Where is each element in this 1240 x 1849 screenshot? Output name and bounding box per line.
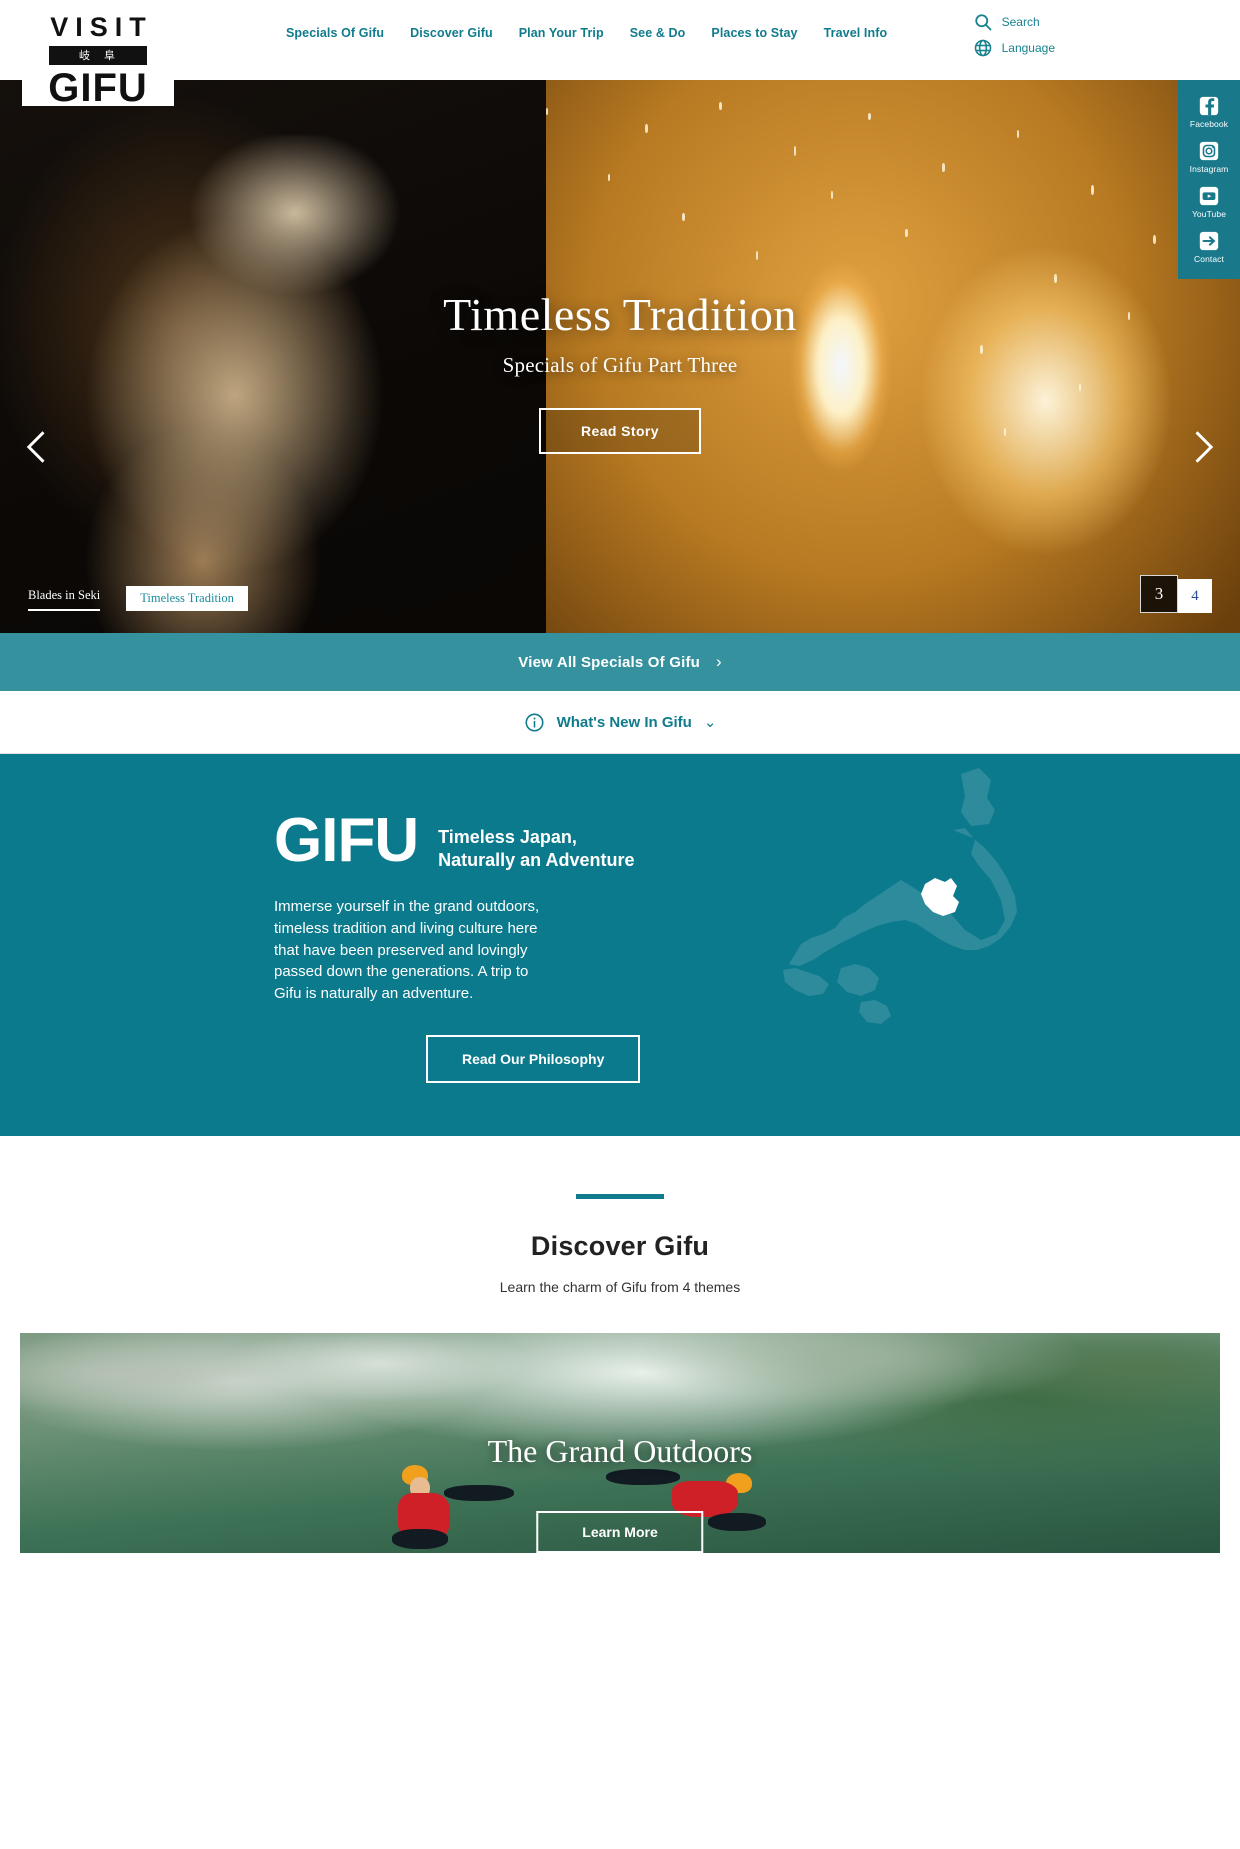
section-rule [576, 1194, 664, 1199]
gifu-intro-section: GIFU Timeless Japan, Naturally an Advent… [0, 754, 1240, 1136]
social-label-youtube: YouTube [1191, 209, 1227, 219]
nav-item-places-to-stay[interactable]: Places to Stay [711, 26, 797, 40]
nav-item-specials-of-gifu[interactable]: Specials Of Gifu [286, 26, 384, 40]
whats-new-toggle[interactable]: What's New In Gifu ⌄ [0, 691, 1240, 754]
main-navigation: Specials Of Gifu Discover Gifu Plan Your… [286, 26, 887, 40]
social-rail: Facebook Instagram YouTube Contact [1178, 80, 1240, 279]
nav-item-see-and-do[interactable]: See & Do [630, 26, 686, 40]
hero-prev-button[interactable] [16, 425, 60, 469]
logo-kanji-text: 岐阜 [49, 46, 147, 65]
hero-total-slides[interactable]: 4 [1178, 579, 1212, 613]
site-header: VISIT 岐阜 GIFU Specials Of Gifu Discover … [0, 0, 1240, 109]
hero-title: Timeless Tradition [443, 289, 797, 340]
nav-item-travel-info[interactable]: Travel Info [824, 26, 888, 40]
instagram-icon [1198, 140, 1220, 162]
social-link-facebook[interactable]: Facebook [1178, 89, 1240, 134]
social-label-facebook: Facebook [1189, 119, 1229, 129]
hero-caption-blades-in-seki[interactable]: Blades in Seki [28, 588, 101, 611]
hero-content: Timeless Tradition Specials of Gifu Part… [0, 288, 1240, 454]
chevron-left-icon [26, 431, 45, 463]
gifu-tagline-line1: Timeless Japan, [438, 827, 577, 847]
hero-caption-timeless-tradition[interactable]: Timeless Tradition [126, 586, 248, 611]
search-icon [973, 12, 993, 32]
hero-next-button[interactable] [1180, 425, 1224, 469]
read-story-button[interactable]: Read Story [539, 408, 701, 454]
chevron-right-icon: › [716, 652, 722, 671]
contact-arrow-icon [1198, 230, 1220, 252]
site-logo[interactable]: VISIT 岐阜 GIFU [22, 8, 174, 110]
discover-subtitle: Learn the charm of Gifu from 4 themes [499, 1279, 741, 1295]
chevron-right-icon [1195, 431, 1214, 463]
discover-card-grand-outdoors[interactable]: The Grand Outdoors Learn More [20, 1333, 1220, 1553]
card-rock-overlay [20, 1333, 1220, 1435]
social-label-contact: Contact [1194, 254, 1224, 264]
search-button[interactable]: Search [973, 12, 1055, 32]
nav-item-discover-gifu[interactable]: Discover Gifu [410, 26, 493, 40]
social-link-youtube[interactable]: YouTube [1178, 179, 1240, 224]
language-label: Language [1001, 41, 1055, 55]
hero-subtitle: Specials of Gifu Part Three [502, 353, 738, 377]
hero-slide-counter: 3 4 [1140, 575, 1212, 613]
hero-slider: Timeless Tradition Specials of Gifu Part… [0, 80, 1240, 633]
whats-new-label: What's New In Gifu [556, 713, 692, 731]
gifu-wordmark: GIFU [274, 806, 419, 875]
hero-slide-captions: Blades in Seki Timeless Tradition [28, 586, 248, 611]
chevron-down-icon: ⌄ [703, 714, 717, 731]
read-our-philosophy-button[interactable]: Read Our Philosophy [426, 1034, 641, 1083]
facebook-icon [1198, 95, 1220, 117]
card-title-grand-outdoors: The Grand Outdoors [487, 1433, 753, 1469]
view-all-specials-bar[interactable]: View All Specials Of Gifu › [0, 633, 1240, 691]
youtube-icon [1198, 185, 1220, 207]
gifu-paragraph: Immerse yourself in the grand outdoors, … [274, 898, 540, 1003]
gifu-tagline-line2: Naturally an Adventure [438, 850, 635, 871]
gifu-tagline: Timeless Japan, Naturally an Adventure [438, 812, 634, 872]
card-learn-more-button[interactable]: Learn More [536, 1511, 704, 1553]
discover-gifu-section: Discover Gifu Learn the charm of Gifu fr… [0, 1136, 1240, 1553]
social-link-instagram[interactable]: Instagram [1178, 134, 1240, 179]
social-label-instagram: Instagram [1189, 164, 1229, 174]
nav-item-plan-your-trip[interactable]: Plan Your Trip [519, 26, 604, 40]
search-label: Search [1001, 15, 1040, 29]
info-circle-icon [524, 712, 545, 733]
view-all-specials-label: View All Specials Of Gifu [518, 653, 701, 671]
language-button[interactable]: Language [973, 38, 1055, 58]
globe-icon [973, 38, 993, 58]
hero-current-slide[interactable]: 3 [1140, 575, 1178, 613]
logo-visit-text: VISIT [50, 12, 153, 42]
logo-gifu-text: GIFU [48, 66, 148, 110]
gifu-intro-content: GIFU Timeless Japan, Naturally an Advent… [0, 754, 1240, 1083]
header-tools: Search Language [973, 12, 1055, 58]
social-link-contact[interactable]: Contact [1178, 224, 1240, 269]
discover-title: Discover Gifu [530, 1231, 710, 1261]
homepage: VISIT 岐阜 GIFU Specials Of Gifu Discover … [0, 0, 1240, 1849]
